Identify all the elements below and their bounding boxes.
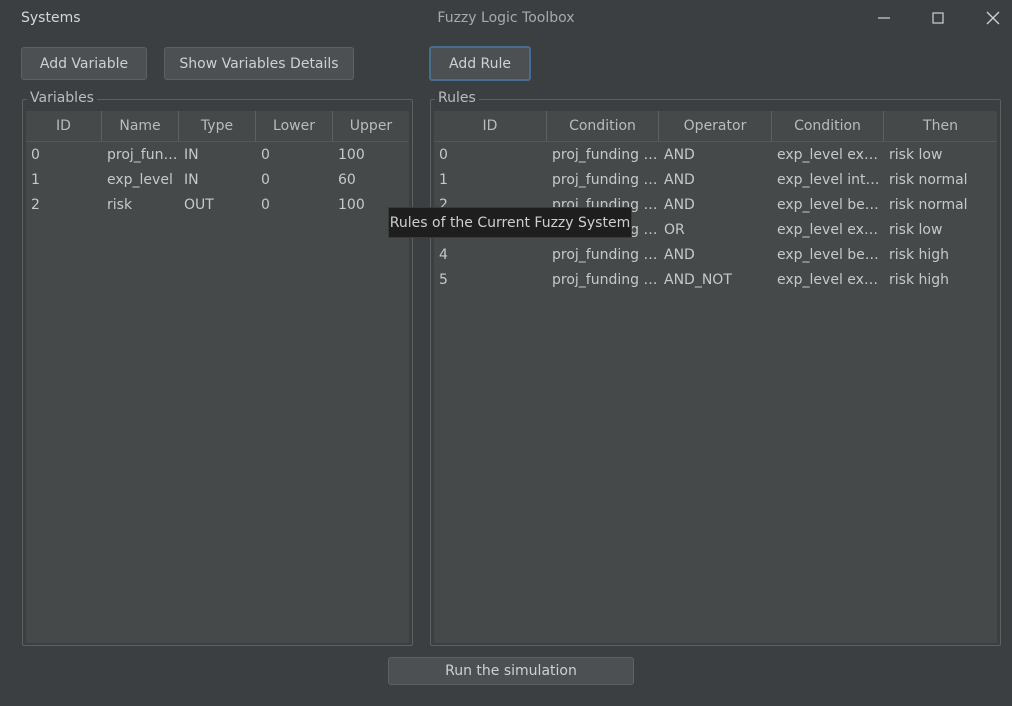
table-cell: risk normal <box>889 197 968 213</box>
table-row[interactable]: 1 proj_funding medium AND exp_level interme… <box>434 168 997 193</box>
table-cell: 0 <box>261 172 270 188</box>
variables-group-title: Variables <box>27 90 97 106</box>
column-header-upper[interactable]: Upper <box>333 111 409 141</box>
column-header-id[interactable]: ID <box>26 111 102 141</box>
table-cell: risk high <box>889 272 950 288</box>
table-cell: exp_level intermediate <box>777 172 884 188</box>
table-cell: 0 <box>31 147 40 163</box>
table-row[interactable]: 0 proj_funding IN 0 100 <box>26 143 409 168</box>
table-cell: exp_level expert <box>777 147 884 163</box>
table-cell: exp_level <box>107 172 173 188</box>
window-title: Fuzzy Logic Toolbox <box>437 10 575 26</box>
column-header-lower[interactable]: Lower <box>256 111 333 141</box>
table-cell: 60 <box>338 172 356 188</box>
rules-tooltip: Rules of the Current Fuzzy System <box>388 207 632 238</box>
table-cell: proj_funding high <box>552 147 659 163</box>
close-icon <box>986 11 1000 25</box>
table-row[interactable]: 4 proj_funding low AND exp_level beginner ri… <box>434 243 997 268</box>
run-simulation-button[interactable]: Run the simulation <box>388 657 634 685</box>
table-cell: 100 <box>338 147 365 163</box>
table-cell: risk high <box>889 247 950 263</box>
table-cell: proj_funding very low <box>552 272 659 288</box>
variables-table[interactable]: ID Name Type Lower Upper 0 proj_funding IN… <box>26 111 409 643</box>
table-row[interactable]: 0 proj_funding high AND exp_level expert ris… <box>434 143 997 168</box>
table-cell: 4 <box>439 247 448 263</box>
table-cell: 0 <box>261 147 270 163</box>
table-cell: risk low <box>889 147 943 163</box>
variables-table-header: ID Name Type Lower Upper <box>26 111 409 142</box>
column-header-then[interactable]: Then <box>884 111 997 141</box>
table-cell: exp_level expert <box>777 222 884 238</box>
show-variables-details-button[interactable]: Show Variables Details <box>164 47 354 80</box>
table-cell: 1 <box>31 172 40 188</box>
rules-table-header: ID Condition Operator Condition Then <box>434 111 997 142</box>
table-cell: exp_level expert <box>777 272 884 288</box>
close-button[interactable] <box>973 4 1012 32</box>
table-row[interactable]: 5 proj_funding very low AND_NOT exp_level e… <box>434 268 997 293</box>
table-cell: 1 <box>439 172 448 188</box>
table-cell: proj_funding <box>107 147 179 163</box>
column-header-operator[interactable]: Operator <box>659 111 772 141</box>
table-cell: AND <box>664 147 695 163</box>
add-variable-button[interactable]: Add Variable <box>21 47 147 80</box>
minimize-button[interactable] <box>864 4 904 32</box>
minimize-icon <box>878 17 890 19</box>
table-cell: risk low <box>889 222 943 238</box>
table-row[interactable]: 2 risk OUT 0 100 <box>26 193 409 218</box>
column-header-name[interactable]: Name <box>102 111 179 141</box>
column-header-condition-2[interactable]: Condition <box>772 111 884 141</box>
column-header-id[interactable]: ID <box>434 111 547 141</box>
table-cell: risk <box>107 197 133 213</box>
table-cell: risk normal <box>889 172 968 188</box>
table-row[interactable]: 1 exp_level IN 0 60 <box>26 168 409 193</box>
rules-table[interactable]: ID Condition Operator Condition Then 0 pr… <box>434 111 997 643</box>
table-cell: AND <box>664 247 695 263</box>
maximize-icon <box>932 12 944 24</box>
table-cell: 0 <box>261 197 270 213</box>
table-cell: 5 <box>439 272 448 288</box>
table-cell: AND <box>664 197 695 213</box>
table-cell: proj_funding low <box>552 247 659 263</box>
table-cell: OUT <box>184 197 214 213</box>
variables-table-body: 0 proj_funding IN 0 100 1 exp_level IN 0 60 2 risk O… <box>26 143 409 218</box>
table-cell: proj_funding medium <box>552 172 659 188</box>
table-cell: IN <box>184 147 199 163</box>
table-cell: exp_level beginner <box>777 247 884 263</box>
table-cell: 2 <box>31 197 40 213</box>
table-cell: AND <box>664 172 695 188</box>
table-cell: OR <box>664 222 685 238</box>
table-cell: AND_NOT <box>664 272 732 288</box>
table-cell: IN <box>184 172 199 188</box>
add-rule-button[interactable]: Add Rule <box>429 46 531 81</box>
rules-group-title: Rules <box>435 90 479 106</box>
table-cell: 0 <box>439 147 448 163</box>
column-header-condition[interactable]: Condition <box>547 111 659 141</box>
table-cell: exp_level beginner <box>777 197 884 213</box>
column-header-type[interactable]: Type <box>179 111 256 141</box>
maximize-button[interactable] <box>918 4 958 32</box>
